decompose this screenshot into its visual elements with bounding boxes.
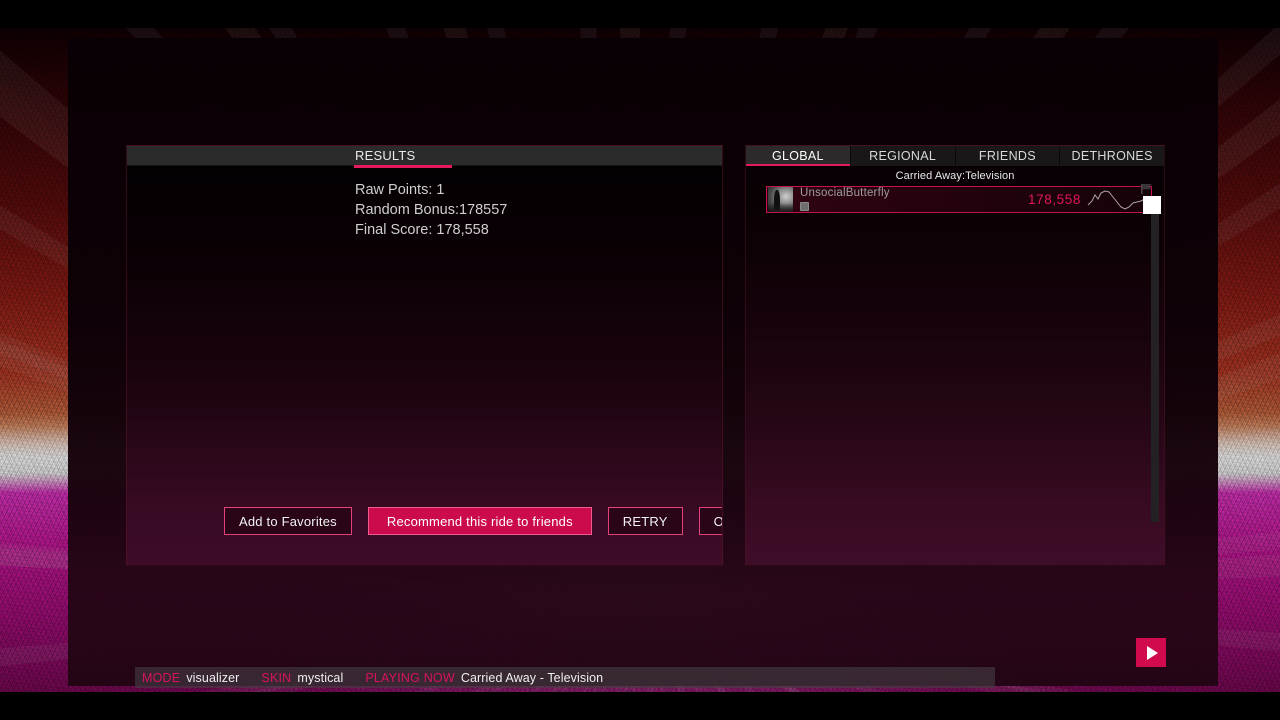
results-panel: RESULTS Raw Points: 1 Random Bonus:17855… <box>126 145 723 566</box>
leaderboard-player-info: UnsocialButterfly <box>800 188 890 211</box>
add-to-favorites-button[interactable]: Add to Favorites <box>224 507 352 535</box>
leaderboard-song-title: Carried Away:Television <box>895 170 1015 182</box>
play-button[interactable] <box>1136 638 1166 667</box>
leaderboard-panel: GLOBAL REGIONAL FRIENDS DETHRONES Carrie… <box>745 145 1165 566</box>
leaderboard-scrollbar-thumb[interactable] <box>1143 196 1161 214</box>
skin-label: SKIN <box>261 670 292 685</box>
retry-button[interactable]: RETRY <box>607 507 683 535</box>
leaderboard-score: 178,558 <box>1028 192 1081 207</box>
status-bar: MODE visualizer SKIN mystical PLAYING NO… <box>135 667 995 688</box>
results-button-row: Add to Favorites Recommend this ride to … <box>224 507 722 535</box>
recommend-button[interactable]: Recommend this ride to friends <box>367 507 592 535</box>
final-score-line: Final Score: 178,558 <box>355 222 489 238</box>
letterbox-bottom <box>0 692 1280 720</box>
tab-dethrones[interactable]: DETHRONES <box>1060 146 1164 166</box>
random-bonus-line: Random Bonus:178557 <box>355 202 508 218</box>
platform-badge-icon <box>800 201 809 211</box>
mode-value: visualizer <box>186 670 240 685</box>
results-header-bar <box>127 146 722 166</box>
playing-now-value: Carried Away - Television <box>460 670 604 685</box>
page-title: RESULTS <box>355 148 416 163</box>
skin-value: mystical <box>297 670 344 685</box>
playing-now-label: PLAYING NOW <box>365 670 455 685</box>
leaderboard-row[interactable]: UnsocialButterfly 178,558 <box>766 186 1152 213</box>
tab-regional[interactable]: REGIONAL <box>850 146 956 166</box>
tab-global[interactable]: GLOBAL <box>746 146 851 166</box>
score-graph-sparkline-icon <box>1087 189 1149 210</box>
leaderboard-tabs: GLOBAL REGIONAL FRIENDS DETHRONES <box>746 146 1164 166</box>
mode-label: MODE <box>142 670 181 685</box>
game-screen: RESULTS Raw Points: 1 Random Bonus:17855… <box>0 0 1280 720</box>
leaderboard-scrollbar-track[interactable] <box>1151 200 1159 522</box>
results-title-underline <box>354 165 452 168</box>
raw-points-line: Raw Points: 1 <box>355 182 445 198</box>
results-score-breakdown: Raw Points: 1 Random Bonus:178557 Final … <box>355 180 507 240</box>
letterbox-top <box>0 0 1280 28</box>
tab-friends[interactable]: FRIENDS <box>955 146 1061 166</box>
flag-marker-icon <box>1141 184 1152 194</box>
avatar <box>768 187 793 212</box>
leaderboard-player-name: UnsocialButterfly <box>800 187 890 200</box>
ok-button[interactable]: OK <box>698 507 722 535</box>
play-icon <box>1147 645 1158 660</box>
